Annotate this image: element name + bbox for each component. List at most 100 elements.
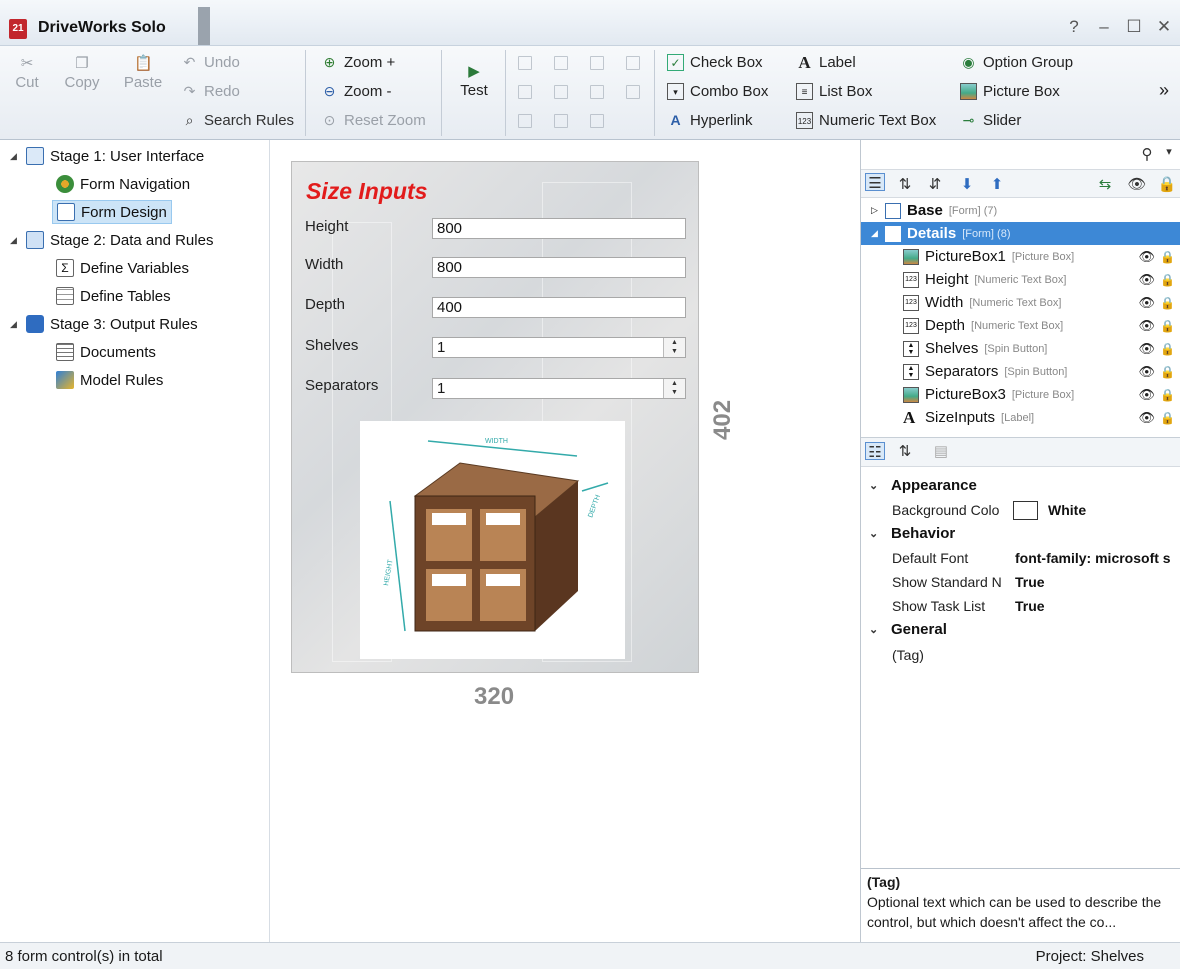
combo-box-tool[interactable]: ▾ Combo Box bbox=[667, 83, 768, 100]
tree-define-tables[interactable]: Define Tables bbox=[56, 284, 171, 308]
lock-icon[interactable]: 🔒 bbox=[1160, 365, 1175, 379]
lock-toggle-icon[interactable]: 🔒 bbox=[1157, 175, 1177, 193]
same-height-icon[interactable] bbox=[590, 85, 604, 99]
align-left-icon[interactable] bbox=[518, 56, 532, 70]
visible-eye-icon[interactable]: 👁 bbox=[1138, 364, 1155, 380]
collapse-icon[interactable]: ◢ bbox=[871, 228, 885, 239]
spin-arrows-icon[interactable]: ▲ ▼ bbox=[663, 338, 685, 357]
lock-icon[interactable]: 🔒 bbox=[1160, 319, 1175, 333]
maximize-button[interactable]: ☐ bbox=[1123, 17, 1145, 37]
paste-button[interactable]: 📋 Paste bbox=[122, 54, 164, 91]
numeric-text-box-tool[interactable]: 123 Numeric Text Box bbox=[796, 112, 936, 129]
property-value[interactable]: True bbox=[1015, 594, 1045, 618]
redo-button[interactable]: ↷ Redo bbox=[181, 83, 240, 100]
visibility-toggle-icon[interactable]: 👁 bbox=[1127, 175, 1147, 193]
lock-icon[interactable]: 🔒 bbox=[1160, 388, 1175, 402]
control-row-base[interactable]: ▷ Base [Form] (7) bbox=[861, 199, 1180, 222]
select-all-icon[interactable] bbox=[626, 85, 640, 99]
visible-eye-icon[interactable]: 👁 bbox=[1138, 318, 1155, 334]
separators-spin-button[interactable]: 1 ▲ ▼ bbox=[432, 378, 686, 399]
tree-stage-2[interactable]: ◢ Stage 2: Data and Rules bbox=[10, 228, 213, 252]
width-label[interactable]: Width bbox=[305, 256, 343, 273]
visible-eye-icon[interactable]: 👁 bbox=[1138, 341, 1155, 357]
expand-collapse-icon[interactable]: ⇆ bbox=[1095, 175, 1115, 193]
align-bottom-icon[interactable] bbox=[554, 114, 568, 128]
expand-icon[interactable]: ▷ bbox=[871, 205, 885, 216]
move-up-icon[interactable]: ⬆ bbox=[987, 175, 1007, 193]
chevron-down-icon[interactable]: ⌄ bbox=[869, 618, 878, 642]
collapse-icon[interactable]: ◢ bbox=[10, 319, 20, 330]
shelves-spin-button[interactable]: 1 ▲ ▼ bbox=[432, 337, 686, 358]
chevron-down-icon[interactable]: ⌄ bbox=[869, 474, 878, 498]
collapse-icon[interactable]: ◢ bbox=[10, 235, 20, 246]
undo-button[interactable]: ↶ Undo bbox=[181, 54, 240, 71]
space-horizontal-icon[interactable] bbox=[626, 56, 640, 70]
zoom-out-button[interactable]: ⊖ Zoom - bbox=[321, 83, 392, 100]
search-rules-button[interactable]: ⌕ Search Rules bbox=[181, 112, 294, 129]
filter-dropdown-button[interactable]: ▾ bbox=[1159, 145, 1179, 163]
filter-icon[interactable]: ⚲ bbox=[1137, 145, 1157, 163]
space-vertical-icon[interactable] bbox=[590, 114, 604, 128]
property-default-font[interactable]: Default Font font-family: microsoft s bbox=[861, 546, 1180, 570]
width-input[interactable] bbox=[432, 257, 686, 278]
height-label[interactable]: Height bbox=[305, 218, 348, 235]
option-group-tool[interactable]: ◉ Option Group bbox=[960, 54, 1073, 71]
property-value[interactable]: font-family: microsoft s bbox=[1015, 546, 1171, 570]
depth-input[interactable] bbox=[432, 297, 686, 318]
check-box-tool[interactable]: ✓ Check Box bbox=[667, 54, 763, 71]
help-button[interactable]: ? bbox=[1063, 17, 1085, 37]
spin-arrows-icon[interactable]: ▲ ▼ bbox=[663, 379, 685, 398]
control-row-separators[interactable]: ▲ ▼ Separators [Spin Button] 👁 🔒 bbox=[861, 360, 1180, 383]
list-view-icon[interactable]: ☰ bbox=[865, 173, 885, 192]
categorized-icon[interactable]: ☷ bbox=[865, 442, 885, 461]
collapse-icon[interactable]: ◢ bbox=[10, 151, 20, 162]
control-row-width[interactable]: 123 Width [Numeric Text Box] 👁 🔒 bbox=[861, 291, 1180, 314]
zoom-in-button[interactable]: ⊕ Zoom + bbox=[321, 54, 396, 71]
control-row-height[interactable]: 123 Height [Numeric Text Box] 👁 🔒 bbox=[861, 268, 1180, 291]
visible-eye-icon[interactable]: 👁 bbox=[1138, 387, 1155, 403]
minimize-button[interactable]: – bbox=[1093, 17, 1115, 37]
align-middle-icon[interactable] bbox=[554, 85, 568, 99]
align-center-icon[interactable] bbox=[518, 85, 532, 99]
shelves-label[interactable]: Shelves bbox=[305, 337, 358, 354]
property-show-standard[interactable]: Show Standard N True bbox=[861, 570, 1180, 594]
property-background-color[interactable]: Background Colo White bbox=[861, 498, 1180, 522]
property-show-task-list[interactable]: Show Task List True bbox=[861, 594, 1180, 618]
form-preview[interactable]: Size Inputs Height Width Depth Shelves 1… bbox=[291, 161, 699, 673]
control-row-sizeinputs[interactable]: A SizeInputs [Label] 👁 🔒 bbox=[861, 406, 1180, 429]
align-right-icon[interactable] bbox=[518, 114, 532, 128]
tree-form-design[interactable]: Form Design bbox=[52, 200, 172, 224]
category-appearance[interactable]: ⌄ Appearance bbox=[861, 474, 1180, 498]
sort-ascending-icon[interactable]: ⇅ bbox=[895, 175, 915, 193]
control-row-depth[interactable]: 123 Depth [Numeric Text Box] 👁 🔒 bbox=[861, 314, 1180, 337]
tree-documents[interactable]: Documents bbox=[56, 340, 156, 364]
visible-eye-icon[interactable]: 👁 bbox=[1138, 295, 1155, 311]
slider-tool[interactable]: ⊸ Slider bbox=[960, 112, 1022, 129]
separators-label[interactable]: Separators bbox=[305, 377, 378, 394]
visible-eye-icon[interactable]: 👁 bbox=[1138, 410, 1155, 426]
control-row-shelves[interactable]: ▲ ▼ Shelves [Spin Button] 👁 🔒 bbox=[861, 337, 1180, 360]
more-tools-button[interactable]: » bbox=[1159, 80, 1169, 101]
tree-stage-3[interactable]: ◢ Stage 3: Output Rules bbox=[10, 312, 198, 336]
copy-button[interactable]: ❐ Copy bbox=[62, 54, 102, 91]
reset-zoom-button[interactable]: ⊙ Reset Zoom bbox=[321, 112, 426, 129]
chevron-down-icon[interactable]: ⌄ bbox=[869, 522, 878, 546]
control-row-picturebox1[interactable]: PictureBox1 [Picture Box] 👁 🔒 bbox=[861, 245, 1180, 268]
alphabetical-icon[interactable]: ⇅ bbox=[895, 442, 915, 460]
test-button[interactable]: ▶ Test bbox=[455, 62, 493, 99]
property-value[interactable]: True bbox=[1015, 570, 1045, 594]
lock-icon[interactable]: 🔒 bbox=[1160, 342, 1175, 356]
lock-icon[interactable]: 🔒 bbox=[1160, 273, 1175, 287]
cut-button[interactable]: ✂ Cut bbox=[10, 54, 44, 91]
visible-eye-icon[interactable]: 👁 bbox=[1138, 272, 1155, 288]
control-row-details[interactable]: ◢ Details [Form] (8) bbox=[861, 222, 1180, 245]
move-down-icon[interactable]: ⬇ bbox=[957, 175, 977, 193]
control-row-picturebox3[interactable]: PictureBox3 [Picture Box] 👁 🔒 bbox=[861, 383, 1180, 406]
category-general[interactable]: ⌄ General bbox=[861, 618, 1180, 642]
tree-form-navigation[interactable]: Form Navigation bbox=[56, 172, 190, 196]
lock-icon[interactable]: 🔒 bbox=[1160, 250, 1175, 264]
align-top-icon[interactable] bbox=[554, 56, 568, 70]
height-input[interactable] bbox=[432, 218, 686, 239]
label-tool[interactable]: A Label bbox=[796, 54, 855, 71]
hyperlink-tool[interactable]: A Hyperlink bbox=[667, 112, 752, 129]
